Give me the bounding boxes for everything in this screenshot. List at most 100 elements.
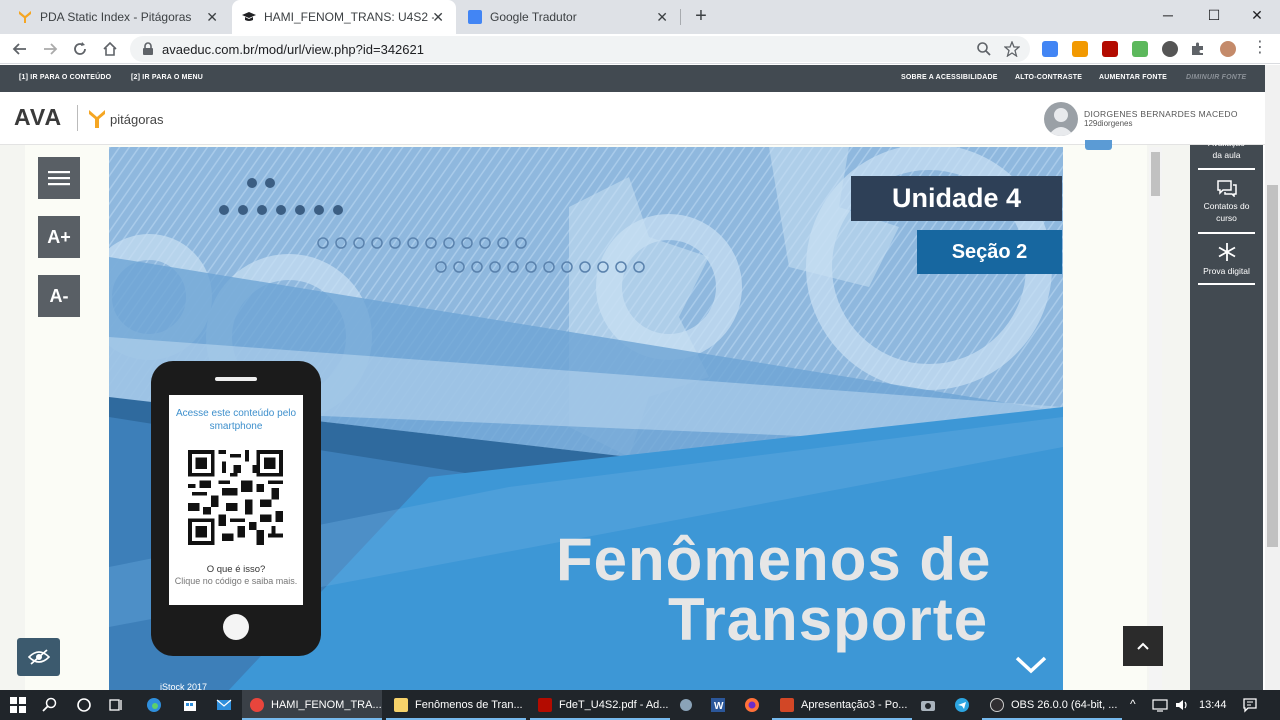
taskbar-app-powerpoint[interactable]: Apresentação3 - Po...: [772, 690, 912, 720]
tab-hami-fenom-trans[interactable]: HAMI_FENOM_TRANS: U4S2 - W ✕: [232, 0, 456, 34]
sheets-extension-icon[interactable]: [1132, 41, 1148, 57]
store-icon[interactable]: [180, 695, 200, 715]
menu-toggle-button[interactable]: [38, 157, 80, 199]
close-icon[interactable]: ✕: [432, 9, 444, 26]
course-title-line2: Transporte: [668, 586, 989, 653]
page-scrollbar-thumb[interactable]: [1267, 185, 1278, 547]
circle-extension-icon[interactable]: [1162, 41, 1178, 57]
user-avatar[interactable]: [1044, 102, 1078, 136]
tab-title: PDA Static Index - Pitágoras: [40, 10, 192, 24]
user-login: 129diorgenes: [1084, 119, 1133, 128]
folder-icon: [394, 698, 408, 712]
home-icon: [103, 41, 117, 56]
app-icon-1[interactable]: [676, 695, 696, 715]
eye-slash-icon: [27, 649, 50, 665]
tab-separator: [680, 9, 681, 25]
powerpoint-icon: [780, 698, 794, 712]
skip-to-content-link[interactable]: [1] IR PARA O CONTEÚDO: [19, 74, 111, 81]
chevron-down-icon[interactable]: [1014, 654, 1048, 676]
skip-to-menu-link[interactable]: [2] IR PARA O MENU: [131, 74, 203, 81]
kebab-menu-icon[interactable]: ⋮: [1252, 40, 1268, 56]
taskbar-app-chrome[interactable]: HAMI_FENOM_TRA...: [242, 690, 382, 720]
maximize-button[interactable]: ☐: [1191, 0, 1237, 30]
task-view-icon[interactable]: [106, 695, 126, 715]
collapse-tab[interactable]: [1085, 140, 1112, 150]
tab-title: HAMI_FENOM_TRANS: U4S2 - W: [264, 10, 434, 24]
content-scrollbar-thumb[interactable]: [1151, 152, 1160, 196]
chevron-up-icon[interactable]: ^: [1130, 697, 1136, 711]
sidebar-item-avaliacao[interactable]: Avaliação da aula: [1190, 137, 1263, 161]
briefcase-extension-icon[interactable]: [1072, 41, 1088, 57]
unit-label: Unidade 4: [851, 176, 1062, 221]
logo-divider: [77, 105, 78, 131]
decrease-font-link[interactable]: DIMINUIR FONTE: [1186, 74, 1246, 81]
word-icon[interactable]: W: [708, 695, 728, 715]
taskbar-app-folder[interactable]: Fenômenos de Tran...: [386, 690, 526, 720]
address-bar[interactable]: avaeduc.com.br/mod/url/view.php?id=34262…: [130, 36, 1030, 62]
graduation-cap-icon: [242, 10, 256, 24]
taskbar-clock[interactable]: 13:44: [1199, 699, 1227, 711]
zoom-icon: [977, 42, 991, 56]
site-header: AVA pitágoras DIORGENES BERNARDES MACEDO…: [0, 92, 1270, 145]
firefox-icon[interactable]: [742, 695, 762, 715]
reload-button[interactable]: [68, 38, 92, 60]
ava-logo[interactable]: AVA: [14, 104, 62, 131]
notification-icon[interactable]: [1240, 695, 1260, 715]
back-button[interactable]: [8, 38, 32, 60]
close-icon[interactable]: ✕: [206, 9, 218, 26]
google-translate-extension-icon[interactable]: [1042, 41, 1058, 57]
home-button[interactable]: [98, 38, 122, 60]
hide-toggle-button[interactable]: [17, 638, 60, 676]
qr-code[interactable]: [188, 450, 283, 545]
svg-text:W: W: [714, 701, 724, 712]
volume-icon[interactable]: [1172, 695, 1192, 715]
taskbar-app-label: FdeT_U4S2.pdf - Ad...: [559, 699, 669, 711]
search-icon[interactable]: [40, 695, 60, 715]
sidebar-divider: [1198, 283, 1255, 285]
high-contrast-link[interactable]: ALTO-CONTRASTE: [1015, 74, 1082, 81]
edge-icon[interactable]: [144, 695, 164, 715]
back-to-top-button[interactable]: [1123, 626, 1163, 666]
taskbar-app-obs[interactable]: OBS 26.0.0 (64-bit, ...: [982, 690, 1122, 720]
font-increase-button[interactable]: A+: [38, 216, 80, 258]
tab-pda-static-index[interactable]: PDA Static Index - Pitágoras ✕: [8, 0, 230, 34]
qr-question: O que é isso?: [206, 564, 266, 575]
url-text: avaeduc.com.br/mod/url/view.php?id=34262…: [162, 42, 424, 57]
network-icon[interactable]: [1150, 695, 1170, 715]
sidebar-item-label: Prova digital: [1203, 266, 1250, 276]
cortana-icon[interactable]: [74, 695, 94, 715]
close-icon[interactable]: ✕: [656, 9, 668, 26]
about-accessibility-link[interactable]: SOBRE A ACESSIBILIDADE: [901, 74, 998, 81]
new-tab-button[interactable]: +: [690, 6, 712, 28]
tab-google-tradutor[interactable]: Google Tradutor ✕: [458, 0, 680, 34]
close-window-button[interactable]: ✕: [1234, 0, 1280, 30]
sidebar-item-prova-digital[interactable]: Prova digital: [1190, 242, 1263, 277]
accessibility-bar: [1] IR PARA O CONTEÚDO [2] IR PARA O MEN…: [0, 65, 1270, 92]
sidebar-item-label: Contatos do curso: [1203, 201, 1250, 223]
camera-icon[interactable]: [918, 695, 938, 715]
acrobat-extension-icon[interactable]: [1102, 41, 1118, 57]
puzzle-icon[interactable]: [1190, 41, 1206, 57]
chevron-up-icon: [1137, 642, 1149, 650]
windows-taskbar: HAMI_FENOM_TRA... Fenômenos de Tran... F…: [0, 690, 1280, 720]
reload-icon: [74, 42, 86, 55]
font-decrease-button[interactable]: A-: [38, 275, 80, 317]
taskbar-app-acrobat[interactable]: FdeT_U4S2.pdf - Ad...: [530, 690, 670, 720]
increase-font-link[interactable]: AUMENTAR FONTE: [1099, 74, 1167, 81]
mail-icon[interactable]: [214, 695, 234, 715]
pitagoras-logo-icon: [89, 110, 105, 128]
pitagoras-icon: [18, 10, 32, 24]
minimize-button[interactable]: ─: [1145, 0, 1191, 30]
section-label: Seção 2: [917, 230, 1062, 274]
content-scrollbar[interactable]: [1149, 147, 1162, 690]
sidebar-divider: [1198, 168, 1255, 170]
qr-explanation-link[interactable]: Clique no código e saiba mais.: [172, 576, 300, 587]
telegram-icon[interactable]: [952, 695, 972, 715]
forward-button[interactable]: [38, 38, 62, 60]
sidebar-item-contatos[interactable]: Contatos do curso: [1190, 179, 1263, 224]
user-name[interactable]: DIORGENES BERNARDES MACEDO: [1084, 109, 1238, 119]
profile-avatar-icon[interactable]: [1220, 41, 1236, 57]
windows-start-icon[interactable]: [8, 695, 28, 715]
sidebar-divider: [1198, 232, 1255, 234]
arrow-left-icon: [12, 43, 26, 55]
